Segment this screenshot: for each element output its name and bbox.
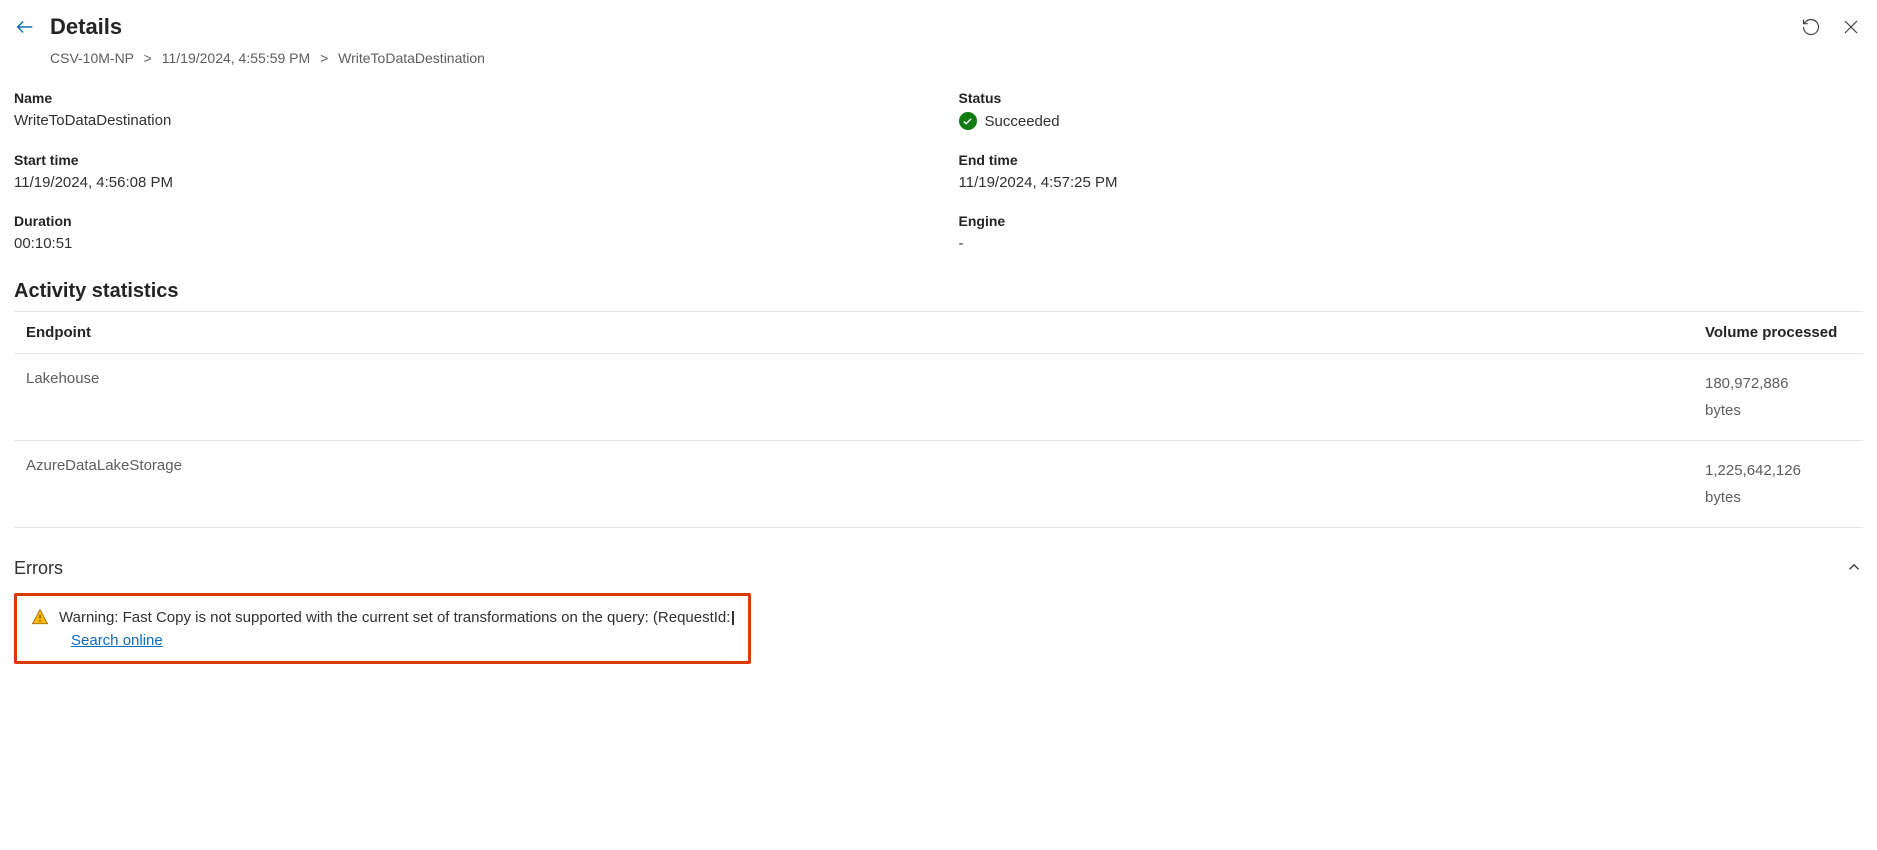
- detail-header: Details: [14, 14, 1863, 40]
- endpoint-cell: Lakehouse: [14, 354, 1693, 441]
- breadcrumb: CSV-10M-NP > 11/19/2024, 4:55:59 PM > Wr…: [14, 50, 1863, 66]
- header-actions: [1799, 15, 1863, 39]
- field-engine: Engine -: [959, 213, 1864, 252]
- field-value: 00:10:51: [14, 235, 919, 252]
- detail-fields: Name WriteToDataDestination Status Succe…: [14, 90, 1863, 252]
- breadcrumb-item[interactable]: CSV-10M-NP: [50, 50, 134, 66]
- field-label: End time: [959, 152, 1864, 168]
- volume-cell: 180,972,886 bytes: [1693, 354, 1863, 441]
- field-name: Name WriteToDataDestination: [14, 90, 919, 130]
- field-label: Status: [959, 90, 1864, 106]
- success-check-icon: [959, 112, 977, 130]
- volume-cell: 1,225,642,126 bytes: [1693, 441, 1863, 528]
- status-text: Succeeded: [985, 113, 1060, 130]
- field-label: Duration: [14, 213, 919, 229]
- table-row: AzureDataLakeStorage 1,225,642,126 bytes: [14, 441, 1863, 528]
- field-end-time: End time 11/19/2024, 4:57:25 PM: [959, 152, 1864, 191]
- error-message: Warning: Fast Copy is not supported with…: [59, 609, 734, 626]
- refresh-icon[interactable]: [1799, 15, 1823, 39]
- field-value: -: [959, 235, 1864, 252]
- close-icon[interactable]: [1839, 15, 1863, 39]
- field-status: Status Succeeded: [959, 90, 1864, 130]
- activity-statistics-title: Activity statistics: [14, 280, 1863, 303]
- breadcrumb-separator: >: [144, 50, 152, 66]
- errors-section: Errors Warning: Fast Copy is not support…: [14, 558, 1863, 664]
- field-value: 11/19/2024, 4:56:08 PM: [14, 174, 919, 191]
- back-arrow-icon[interactable]: [14, 16, 36, 38]
- error-item: Warning: Fast Copy is not supported with…: [14, 593, 751, 664]
- errors-header: Errors: [14, 558, 1863, 579]
- breadcrumb-item[interactable]: 11/19/2024, 4:55:59 PM: [162, 50, 310, 66]
- field-label: Engine: [959, 213, 1864, 229]
- chevron-up-icon[interactable]: [1845, 558, 1863, 579]
- warning-icon: [31, 608, 49, 626]
- field-label: Start time: [14, 152, 919, 168]
- field-label: Name: [14, 90, 919, 106]
- col-volume: Volume processed: [1693, 312, 1863, 354]
- field-start-time: Start time 11/19/2024, 4:56:08 PM: [14, 152, 919, 191]
- page-title: Details: [50, 14, 122, 40]
- field-duration: Duration 00:10:51: [14, 213, 919, 252]
- field-value: 11/19/2024, 4:57:25 PM: [959, 174, 1864, 191]
- col-endpoint: Endpoint: [14, 312, 1693, 354]
- caret-icon: [732, 611, 734, 625]
- table-row: Lakehouse 180,972,886 bytes: [14, 354, 1863, 441]
- activity-statistics-table: Endpoint Volume processed Lakehouse 180,…: [14, 311, 1863, 528]
- field-value: WriteToDataDestination: [14, 112, 919, 129]
- header-left: Details: [14, 14, 122, 40]
- errors-title: Errors: [14, 558, 63, 579]
- endpoint-cell: AzureDataLakeStorage: [14, 441, 1693, 528]
- breadcrumb-separator: >: [320, 50, 328, 66]
- breadcrumb-item[interactable]: WriteToDataDestination: [338, 50, 485, 66]
- search-online-link[interactable]: Search online: [71, 632, 734, 649]
